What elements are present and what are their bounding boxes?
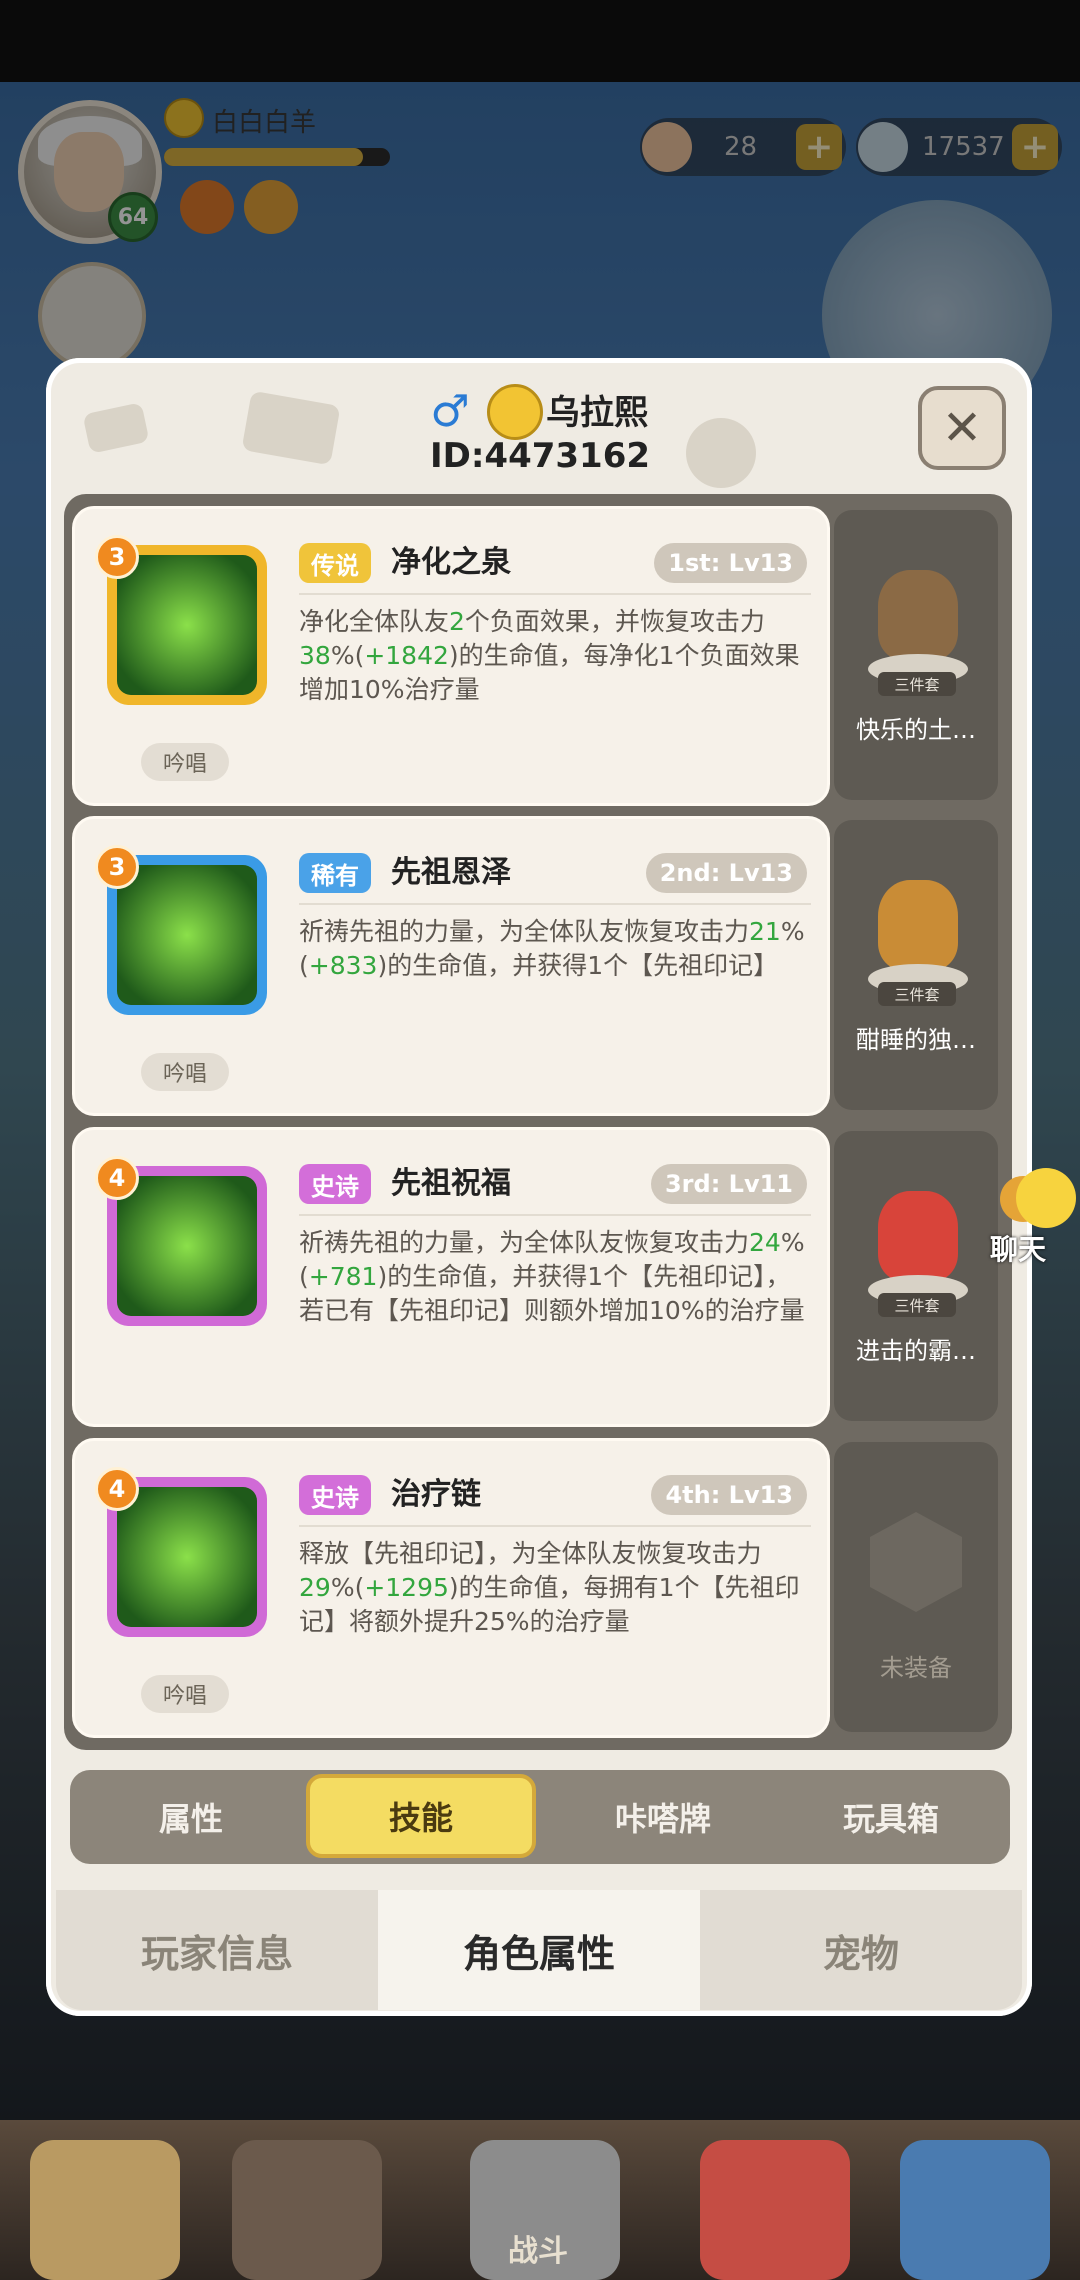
skill-level: 4th: Lv13 <box>651 1475 807 1515</box>
tab-card[interactable]: 咔嗒牌 <box>550 1770 776 1864</box>
emote-icon <box>487 384 543 440</box>
rarity-badge: 史诗 <box>299 1164 371 1204</box>
chant-badge: 吟唱 <box>141 1053 229 1091</box>
tab-character-attributes[interactable]: 角色属性 <box>378 1890 700 2010</box>
tab-attributes[interactable]: 属性 <box>78 1770 304 1864</box>
tab-skills[interactable]: 技能 <box>306 1774 536 1858</box>
nav-character-1[interactable] <box>30 2140 180 2280</box>
equipment-name: 快乐的土… <box>856 716 976 744</box>
tab-player-info[interactable]: 玩家信息 <box>56 1890 378 2010</box>
star-badge: 3 <box>95 845 139 889</box>
equipment-name: 酣睡的独… <box>856 1026 976 1054</box>
equipment-name: 进击的霸… <box>856 1337 976 1365</box>
skill-description: 净化全体队友2个负面效果，并恢复攻击力38%(+1842)的生命值，每净化1个负… <box>299 607 800 704</box>
equipment-slot[interactable]: 未装备 <box>834 1442 998 1732</box>
equipment-slot[interactable]: 三件套 酣睡的独… <box>834 820 998 1110</box>
skill-name: 净化之泉 <box>391 545 511 580</box>
skill-level: 2nd: Lv13 <box>645 853 807 893</box>
figure-icon <box>868 1171 968 1311</box>
skill-card[interactable]: 3 吟唱 传说 净化之泉 1st: Lv13 净化全体队友2个负面效果，并恢复攻… <box>72 506 830 806</box>
equipment-name: 未装备 <box>880 1654 952 1682</box>
chant-badge: 吟唱 <box>141 743 229 781</box>
equipment-slot[interactable]: 三件套 快乐的土… <box>834 510 998 800</box>
chant-badge: 吟唱 <box>141 1675 229 1713</box>
skill-card[interactable]: 4 史诗 先祖祝福 3rd: Lv11 祈祷先祖的力量，为全体队友恢复攻击力24… <box>72 1127 830 1427</box>
skill-level: 1st: Lv13 <box>654 543 807 583</box>
skill-name: 治疗链 <box>391 1477 481 1512</box>
skill-description: 祈祷先祖的力量，为全体队友恢复攻击力21%(+833)的生命值，并获得1个【先祖… <box>299 917 805 980</box>
skill-name: 先祖恩泽 <box>391 855 511 890</box>
equipment-slot[interactable]: 三件套 进击的霸… <box>834 1131 998 1421</box>
close-button[interactable]: ✕ <box>918 386 1006 470</box>
rarity-badge: 史诗 <box>299 1475 371 1515</box>
character-name: 乌拉熙 <box>546 393 648 433</box>
skill-description: 祈祷先祖的力量，为全体队友恢复攻击力24%(+781)的生命值，并获得1个【先祖… <box>299 1228 805 1325</box>
close-icon: ✕ <box>941 400 983 456</box>
set-tag: 三件套 <box>878 982 956 1006</box>
empty-slot-icon <box>870 1512 962 1612</box>
skill-name: 先祖祝福 <box>391 1166 511 1201</box>
nav-battle-label: 战斗 <box>508 2234 568 2269</box>
figure-icon <box>868 860 968 1000</box>
category-tabbar: 属性 技能 咔嗒牌 玩具箱 <box>70 1770 1010 1864</box>
nav-pet[interactable] <box>700 2140 850 2280</box>
skill-level: 3rd: Lv11 <box>650 1164 807 1204</box>
star-badge: 3 <box>95 535 139 579</box>
nav-character-2[interactable] <box>232 2140 382 2280</box>
skill-card[interactable]: 4 吟唱 史诗 治疗链 4th: Lv13 释放【先祖印记】，为全体队友恢复攻击… <box>72 1438 830 1738</box>
tab-pet[interactable]: 宠物 <box>700 1890 1022 2010</box>
rarity-badge: 传说 <box>299 543 371 583</box>
chat-label: 聊天 <box>990 1233 1047 1266</box>
nav-settings[interactable] <box>900 2140 1050 2280</box>
figure-icon <box>868 550 968 690</box>
skill-card[interactable]: 3 吟唱 稀有 先祖恩泽 2nd: Lv13 祈祷先祖的力量，为全体队友恢复攻击… <box>72 816 830 1116</box>
set-tag: 三件套 <box>878 672 956 696</box>
tab-toybox[interactable]: 玩具箱 <box>778 1770 1004 1864</box>
star-badge: 4 <box>95 1156 139 1200</box>
rarity-badge: 稀有 <box>299 853 371 893</box>
male-icon: ♂ <box>430 386 470 437</box>
section-tabbar: 玩家信息 角色属性 宠物 <box>56 1890 1022 2010</box>
divider <box>299 903 811 905</box>
divider <box>299 593 811 595</box>
star-badge: 4 <box>95 1467 139 1511</box>
divider <box>299 1525 811 1527</box>
divider <box>299 1214 811 1216</box>
set-tag: 三件套 <box>878 1293 956 1317</box>
skill-description: 释放【先祖印记】，为全体队友恢复攻击力29%(+1295)的生命值，每拥有1个【… <box>299 1539 800 1636</box>
